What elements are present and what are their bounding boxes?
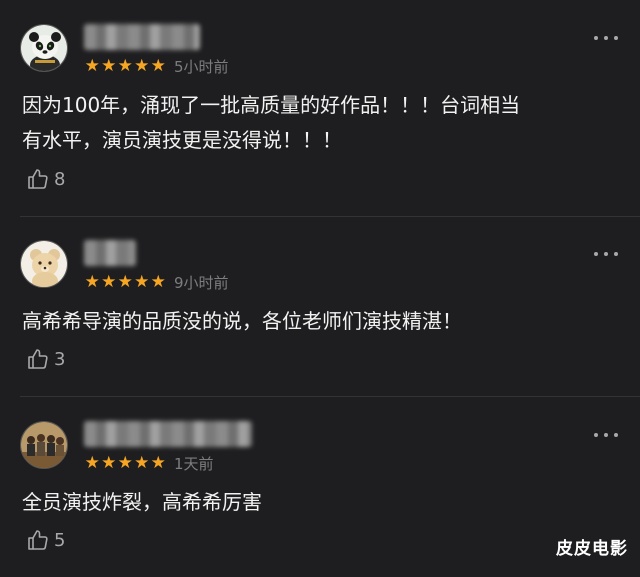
username-blurred[interactable] — [84, 24, 200, 50]
star-icon: ★ — [150, 56, 166, 76]
star-icon: ★ — [117, 272, 133, 292]
like-button[interactable]: 8 — [26, 166, 65, 192]
panda-avatar-icon — [21, 25, 67, 71]
star-icon: ★ — [117, 56, 133, 76]
star-icon: ★ — [84, 453, 100, 473]
comment-text: 全员演技炸裂，高希希厉害 — [22, 490, 262, 514]
more-options-icon[interactable] — [594, 34, 618, 42]
comment-item: ★ ★ ★ ★ ★ 9小时前 高希希导演的品质没的说，各位老师们演技精湛！ 3 — [0, 216, 640, 396]
username-blurred[interactable] — [84, 240, 136, 266]
user-avatar[interactable] — [20, 240, 68, 288]
comment-item: ★ ★ ★ ★ ★ 5小时前 因为100年，涌现了一批高质量的好作品！！！台词相… — [0, 0, 640, 190]
like-button[interactable]: 3 — [26, 346, 65, 372]
star-icon: ★ — [84, 272, 100, 292]
comment-time: 1天前 — [174, 455, 214, 473]
group-photo-avatar-icon — [21, 422, 67, 468]
star-icon: ★ — [101, 56, 117, 76]
star-icon: ★ — [134, 272, 150, 292]
more-options-icon[interactable] — [594, 250, 618, 258]
watermark-text: 皮皮电影 — [556, 539, 628, 559]
user-avatar[interactable] — [20, 421, 68, 469]
thumbs-up-icon — [28, 349, 48, 369]
star-icon: ★ — [101, 453, 117, 473]
like-button[interactable]: 5 — [26, 527, 65, 553]
comment-text: 高希希导演的品质没的说，各位老师们演技精湛！ — [22, 309, 462, 333]
star-icon: ★ — [117, 453, 133, 473]
thumbs-up-icon — [28, 169, 48, 189]
star-icon: ★ — [134, 453, 150, 473]
username-blurred[interactable] — [84, 421, 252, 447]
rating-stars: ★ ★ ★ ★ ★ — [84, 56, 167, 76]
thumbs-up-icon — [28, 530, 48, 550]
more-options-icon[interactable] — [594, 431, 618, 439]
star-icon: ★ — [150, 272, 166, 292]
like-count: 8 — [54, 168, 66, 190]
comment-item: ★ ★ ★ ★ ★ 1天前 全员演技炸裂，高希希厉害 5 — [0, 397, 640, 577]
star-icon: ★ — [101, 272, 117, 292]
star-icon: ★ — [134, 56, 150, 76]
user-avatar[interactable] — [20, 24, 68, 72]
teddy-bear-avatar-icon — [21, 241, 67, 287]
like-count: 5 — [54, 529, 66, 551]
comment-time: 5小时前 — [174, 58, 229, 76]
rating-stars: ★ ★ ★ ★ ★ — [84, 453, 167, 473]
comment-time: 9小时前 — [174, 274, 229, 292]
like-count: 3 — [54, 348, 66, 370]
comment-text: 因为100年，涌现了一批高质量的好作品！！！台词相当 有水平，演员演技更是没得说… — [22, 93, 521, 152]
star-icon: ★ — [84, 56, 100, 76]
star-icon: ★ — [150, 453, 166, 473]
rating-stars: ★ ★ ★ ★ ★ — [84, 272, 167, 292]
